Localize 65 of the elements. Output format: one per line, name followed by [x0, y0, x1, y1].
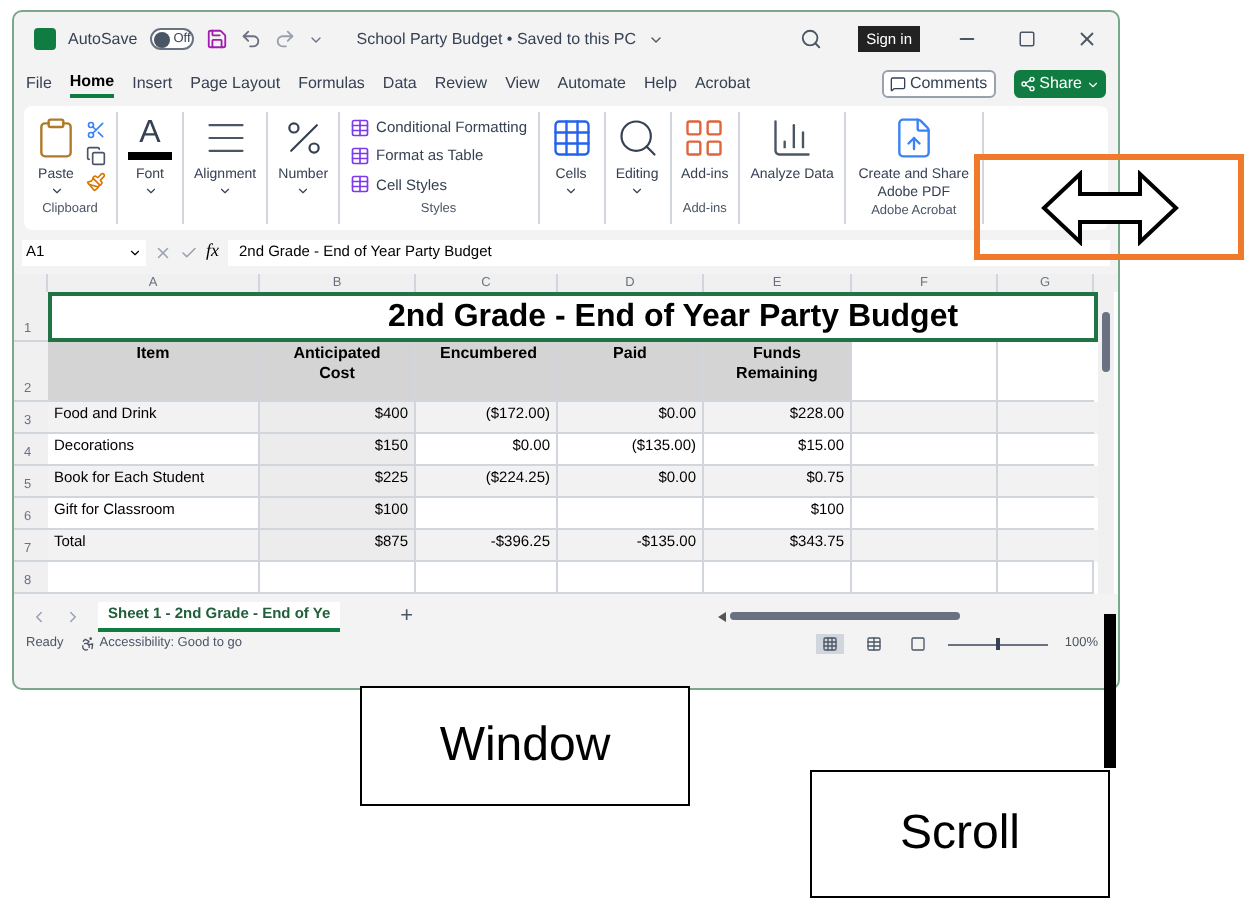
normal-view-icon: [822, 636, 839, 652]
redo-icon[interactable]: [274, 28, 297, 50]
table-icon: [350, 117, 371, 138]
ribbon-tab[interactable]: Review: [434, 70, 488, 98]
comments-button[interactable]: Comments: [881, 70, 996, 98]
table-cell: [998, 562, 1094, 594]
cells-icon: [549, 116, 594, 160]
header-cell: Anticipated Cost: [260, 342, 416, 402]
caret-icon: [49, 184, 63, 198]
header-cell: Funds Remaining: [704, 342, 852, 402]
window-title: School Party Budget • Saved to this PC: [356, 27, 637, 51]
caret-icon: [128, 245, 142, 259]
excel-logo-icon: [34, 28, 56, 50]
function-button[interactable]: fx: [206, 238, 219, 266]
caret-icon: [630, 184, 645, 198]
ribbon-tab[interactable]: Insert: [132, 70, 173, 98]
header-cell: Item: [48, 342, 260, 402]
clipboard-icon: [34, 116, 78, 160]
layout-view-icon: [866, 636, 883, 652]
ribbon-tab[interactable]: View: [505, 70, 540, 98]
scissors-icon[interactable]: [86, 120, 106, 140]
search-icon[interactable]: [800, 28, 823, 50]
search-icon: [615, 116, 660, 160]
ribbon-tab[interactable]: Acrobat: [694, 70, 751, 98]
cancel-icon[interactable]: [154, 243, 172, 261]
ribbon-tab[interactable]: Page Layout: [190, 70, 281, 98]
caret-icon: [1086, 77, 1100, 91]
comment-icon: [889, 76, 906, 92]
next-sheet-icon[interactable]: [64, 607, 82, 625]
chart-icon: [770, 116, 815, 160]
scroll-left-icon[interactable]: [718, 611, 726, 621]
previous-sheet-icon[interactable]: [30, 607, 48, 625]
share-button[interactable]: Share: [1013, 70, 1106, 98]
table-icon: [350, 174, 371, 195]
ribbon-tab[interactable]: Data: [382, 70, 417, 98]
accessibility-icon: [79, 636, 96, 652]
callout-label: Scroll: [810, 770, 1110, 898]
ribbon-tab[interactable]: File: [26, 70, 52, 98]
ribbon-tab[interactable]: Help: [644, 70, 677, 98]
autosave-label: AutoSave: [68, 27, 138, 51]
add-sheet-button[interactable]: +: [400, 599, 414, 633]
copy-icon[interactable]: [86, 146, 106, 166]
table-icon: [350, 145, 371, 166]
zoom-slider[interactable]: [948, 638, 1049, 650]
grid-icon: [682, 116, 727, 160]
caret-icon: [564, 184, 579, 198]
view-button[interactable]: [816, 634, 845, 654]
header-cell: Encumbered: [416, 342, 558, 402]
caret-icon: [218, 184, 233, 198]
caret-icon: [296, 184, 311, 198]
ribbon-tab[interactable]: Formulas: [298, 70, 365, 98]
close-icon[interactable]: [1076, 28, 1098, 50]
ribbon-tab[interactable]: Automate: [557, 70, 627, 98]
maximize-icon[interactable]: [1018, 30, 1036, 48]
save-icon[interactable]: [206, 28, 229, 50]
undo-icon[interactable]: [240, 28, 263, 50]
brush-icon[interactable]: [86, 172, 106, 192]
header-cell: Paid: [558, 342, 704, 402]
share-icon: [1019, 76, 1036, 92]
ribbon-tab[interactable]: Home: [69, 70, 115, 98]
break-view-icon: [910, 636, 927, 652]
caret-icon: [143, 184, 157, 198]
sheet-title: 2nd Grade - End of Year Party Budget: [385, 298, 961, 338]
table-cell: [416, 562, 558, 594]
callout-label: Window: [360, 686, 690, 806]
